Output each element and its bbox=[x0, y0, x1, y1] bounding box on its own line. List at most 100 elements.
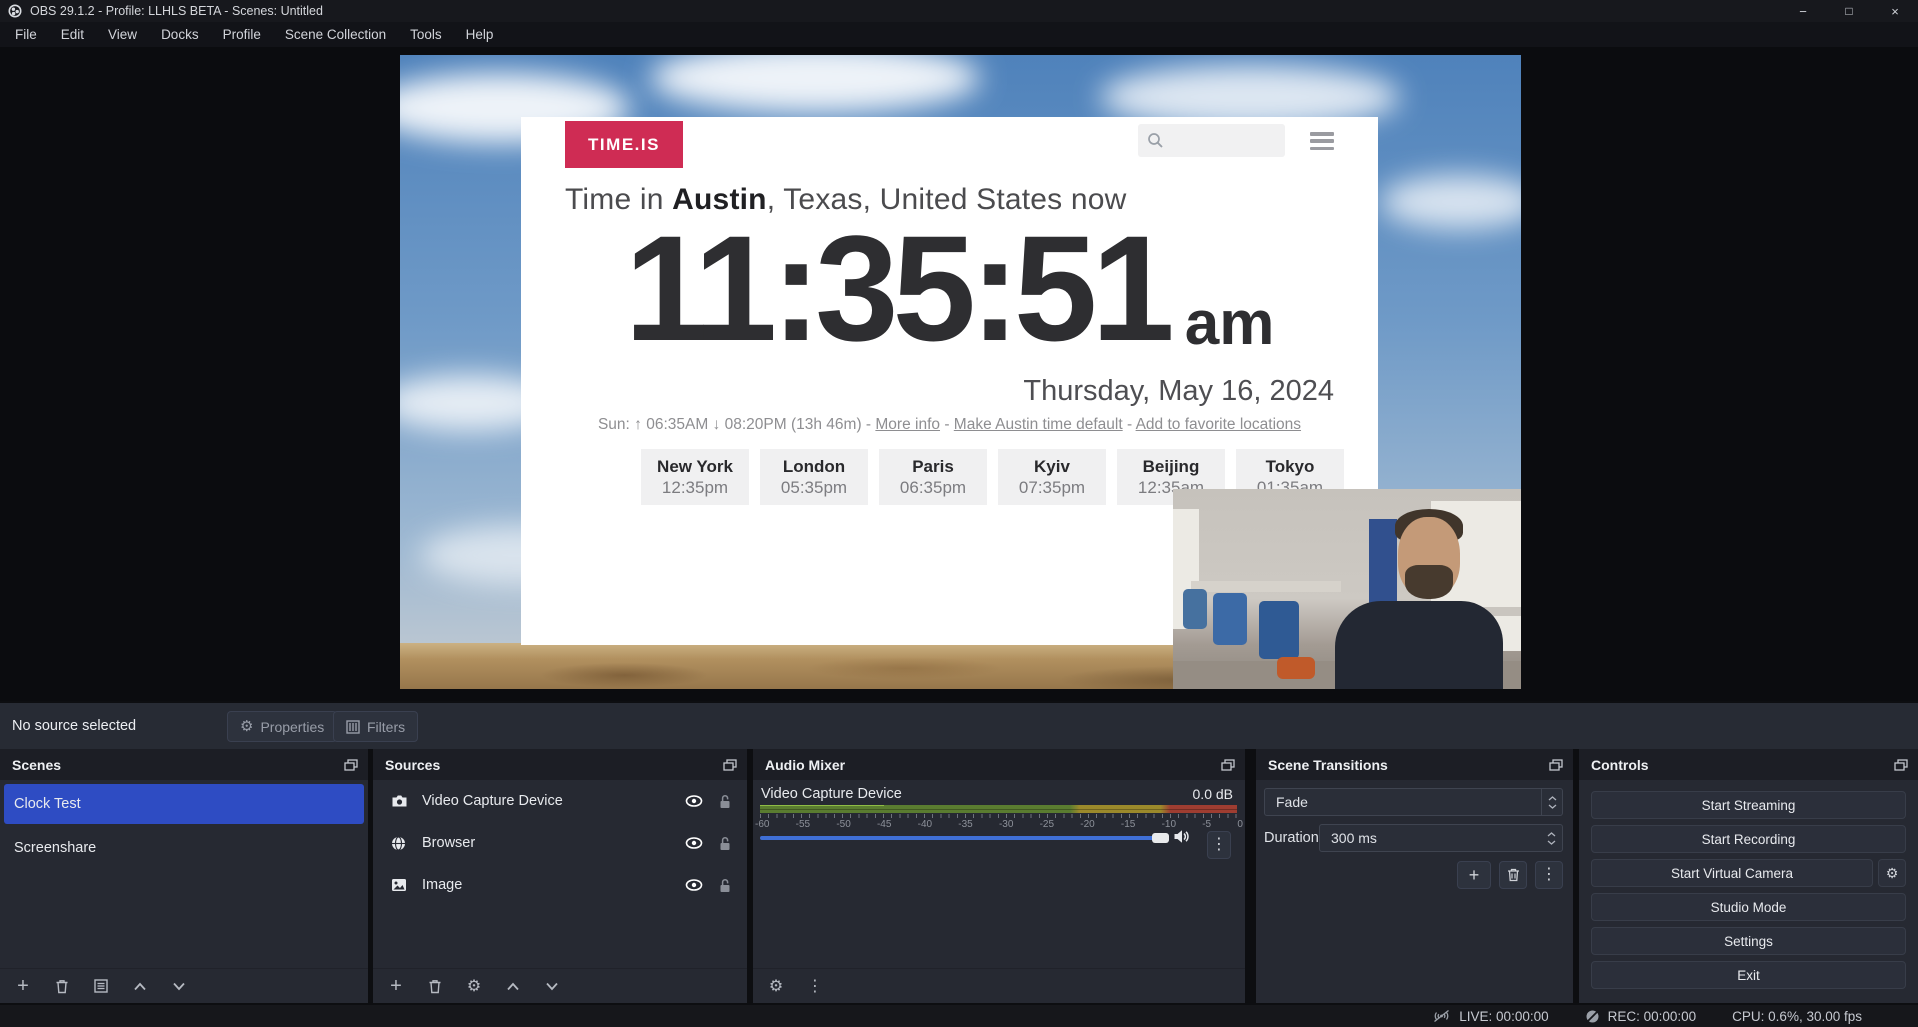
remove-scene-button[interactable] bbox=[53, 979, 71, 994]
volume-slider-handle[interactable] bbox=[1152, 833, 1169, 843]
blue-banner bbox=[1369, 519, 1397, 611]
transition-select[interactable]: Fade bbox=[1264, 788, 1563, 816]
menu-help[interactable]: Help bbox=[454, 22, 506, 47]
controls-dock-header[interactable]: Controls bbox=[1579, 749, 1918, 780]
tick-label: -15 bbox=[1121, 819, 1135, 830]
scenes-toolbar: + bbox=[0, 968, 368, 1003]
sun-times: Sun: ↑ 06:35AM ↓ 08:20PM (13h 46m) - bbox=[598, 416, 875, 433]
make-default-link: Make Austin time default bbox=[954, 416, 1123, 433]
add-scene-button[interactable]: + bbox=[14, 976, 32, 996]
city-time: 07:35pm bbox=[1019, 478, 1085, 498]
mixer-menu-button[interactable]: ⋮ bbox=[806, 976, 824, 996]
filters-button[interactable]: Filters bbox=[333, 711, 418, 742]
city-tile: Paris 06:35pm bbox=[879, 449, 987, 505]
separator: - bbox=[940, 416, 954, 433]
person-beard bbox=[1405, 565, 1453, 599]
city-time: 05:35pm bbox=[781, 478, 847, 498]
audio-mixer-dock-header[interactable]: Audio Mixer bbox=[753, 749, 1245, 780]
tick-label: -5 bbox=[1202, 819, 1211, 830]
sources-dock-header[interactable]: Sources bbox=[373, 749, 747, 780]
source-row-browser[interactable]: Browser bbox=[373, 822, 747, 864]
scenes-dock-header[interactable]: Scenes bbox=[0, 749, 368, 780]
transition-value: Fade bbox=[1265, 794, 1541, 810]
city-time: 06:35pm bbox=[900, 478, 966, 498]
menu-tools[interactable]: Tools bbox=[398, 22, 454, 47]
timeis-date: Thursday, May 16, 2024 bbox=[1023, 375, 1334, 408]
unlock-icon[interactable] bbox=[719, 794, 731, 809]
minimize-button[interactable]: − bbox=[1780, 0, 1826, 22]
popout-icon[interactable] bbox=[1549, 759, 1563, 771]
menu-edit[interactable]: Edit bbox=[49, 22, 96, 47]
maximize-button[interactable]: □ bbox=[1826, 0, 1872, 22]
exit-button[interactable]: Exit bbox=[1591, 961, 1906, 989]
scene-item-clock-test[interactable]: Clock Test bbox=[4, 784, 364, 824]
scene-item-screenshare[interactable]: Screenshare bbox=[4, 828, 364, 868]
move-scene-down-button[interactable] bbox=[170, 982, 188, 991]
chevron-down-icon bbox=[1548, 804, 1557, 809]
more-info-link: More info bbox=[875, 416, 940, 433]
remove-source-button[interactable] bbox=[426, 979, 444, 994]
advanced-audio-button[interactable]: ⚙ bbox=[767, 976, 785, 996]
add-transition-button[interactable]: + bbox=[1457, 861, 1491, 889]
eye-visible-icon[interactable] bbox=[685, 795, 703, 807]
menu-scene-collection[interactable]: Scene Collection bbox=[273, 22, 398, 47]
program-preview[interactable]: TIME.IS Time in Austin, Texas, United St… bbox=[400, 55, 1521, 689]
live-timer: LIVE: 00:00:00 bbox=[1459, 1009, 1548, 1024]
controls-dock: Controls Start Streaming Start Recording… bbox=[1579, 749, 1918, 1003]
meter-tick-labels: -60 -55 -50 -45 -40 -35 -30 -25 -20 -15 … bbox=[755, 819, 1243, 830]
eye-visible-icon[interactable] bbox=[685, 879, 703, 891]
title-bar: OBS 29.1.2 - Profile: LLHLS BETA - Scene… bbox=[0, 0, 1918, 22]
city-name: Beijing bbox=[1143, 457, 1200, 477]
obs-window: OBS 29.1.2 - Profile: LLHLS BETA - Scene… bbox=[0, 0, 1918, 1027]
unlock-icon[interactable] bbox=[719, 836, 731, 851]
tick-label: -25 bbox=[1040, 819, 1054, 830]
tick-label: -55 bbox=[796, 819, 810, 830]
start-streaming-button[interactable]: Start Streaming bbox=[1591, 791, 1906, 819]
chevron-down-icon bbox=[1547, 840, 1556, 845]
window-title: OBS 29.1.2 - Profile: LLHLS BETA - Scene… bbox=[30, 4, 323, 18]
camera-icon bbox=[391, 794, 413, 808]
city-tile: Kyiv 07:35pm bbox=[998, 449, 1106, 505]
duration-spinbox[interactable]: 300 ms bbox=[1319, 824, 1563, 852]
properties-button[interactable]: ⚙ Properties bbox=[227, 711, 337, 742]
source-properties-button[interactable]: ⚙ bbox=[465, 976, 483, 996]
add-source-button[interactable]: + bbox=[387, 976, 405, 996]
city-tile: London 05:35pm bbox=[760, 449, 868, 505]
eye-visible-icon[interactable] bbox=[685, 837, 703, 849]
menu-view[interactable]: View bbox=[96, 22, 149, 47]
popout-icon[interactable] bbox=[1221, 759, 1235, 771]
popout-icon[interactable] bbox=[723, 759, 737, 771]
volume-slider[interactable] bbox=[760, 836, 1168, 840]
start-recording-button[interactable]: Start Recording bbox=[1591, 825, 1906, 853]
virtual-camera-settings-button[interactable]: ⚙ bbox=[1878, 859, 1906, 887]
speaker-icon[interactable] bbox=[1173, 829, 1190, 844]
city-name: Paris bbox=[912, 457, 954, 477]
move-source-down-button[interactable] bbox=[543, 982, 561, 991]
menu-docks[interactable]: Docks bbox=[149, 22, 211, 47]
settings-button[interactable]: Settings bbox=[1591, 927, 1906, 955]
move-source-up-button[interactable] bbox=[504, 982, 522, 991]
city-name: Kyiv bbox=[1034, 457, 1070, 477]
close-button[interactable]: × bbox=[1872, 0, 1918, 22]
move-scene-up-button[interactable] bbox=[131, 982, 149, 991]
scene-filters-button[interactable] bbox=[92, 979, 110, 993]
source-row-image[interactable]: Image bbox=[373, 864, 747, 906]
popout-icon[interactable] bbox=[1894, 759, 1908, 771]
studio-mode-button[interactable]: Studio Mode bbox=[1591, 893, 1906, 921]
unlock-icon[interactable] bbox=[719, 878, 731, 893]
city-name: Tokyo bbox=[1266, 457, 1315, 477]
search-icon bbox=[1147, 132, 1164, 149]
mixer-options-button[interactable]: ⋮ bbox=[1207, 831, 1231, 859]
transition-options-button[interactable]: ⋮ bbox=[1535, 861, 1563, 889]
remove-transition-button[interactable] bbox=[1499, 861, 1527, 889]
popout-icon[interactable] bbox=[344, 759, 358, 771]
transitions-dock-header[interactable]: Scene Transitions bbox=[1256, 749, 1573, 780]
source-row-video-capture[interactable]: Video Capture Device bbox=[373, 780, 747, 822]
start-virtual-camera-button[interactable]: Start Virtual Camera bbox=[1591, 859, 1873, 887]
duration-spin-arrows[interactable] bbox=[1541, 825, 1562, 851]
transition-select-arrows[interactable] bbox=[1541, 789, 1562, 815]
preview-stage: TIME.IS Time in Austin, Texas, United St… bbox=[0, 47, 1918, 701]
webcam-overlay bbox=[1173, 489, 1521, 689]
menu-profile[interactable]: Profile bbox=[211, 22, 273, 47]
menu-file[interactable]: File bbox=[3, 22, 49, 47]
